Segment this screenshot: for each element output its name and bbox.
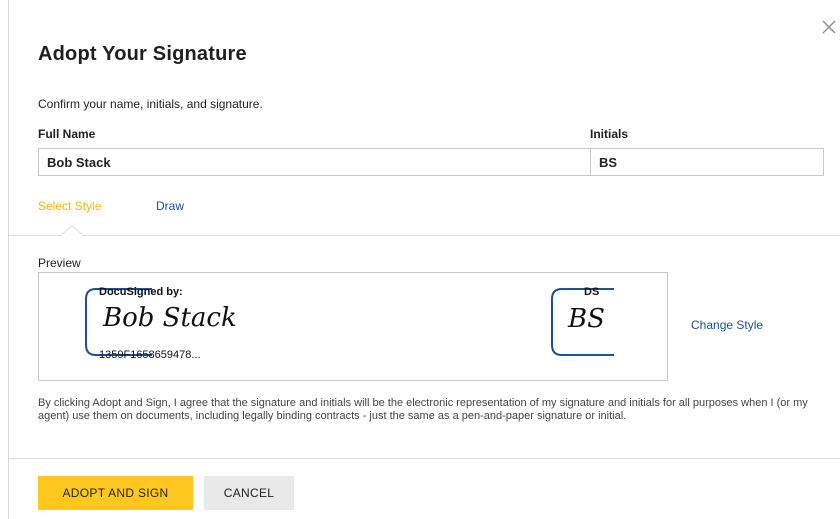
full-name-label: Full Name	[38, 127, 96, 141]
dialog-subtitle: Confirm your name, initials, and signatu…	[38, 97, 263, 111]
full-name-input[interactable]	[38, 148, 592, 176]
active-tab-caret	[60, 225, 84, 237]
change-style-link[interactable]: Change Style	[691, 318, 763, 332]
initials-label: Initials	[590, 127, 629, 141]
docusigned-by-label: DocuSigned by:	[99, 286, 183, 298]
footer-divider	[8, 458, 840, 459]
signature-id: 1359F1658659478...	[99, 349, 201, 361]
initials-input[interactable]	[590, 148, 824, 176]
close-icon[interactable]	[822, 20, 836, 34]
dialog-title: Adopt Your Signature	[38, 43, 247, 65]
preview-label: Preview	[38, 256, 81, 270]
signature-handwriting: Bob Stack	[103, 303, 237, 333]
adopt-signature-dialog	[8, 0, 840, 519]
tab-divider	[8, 235, 840, 236]
initials-ds-label: DS	[584, 286, 600, 298]
cancel-button[interactable]: CANCEL	[204, 476, 294, 510]
initials-handwriting: BS	[568, 304, 605, 334]
legal-disclosure: By clicking Adopt and Sign, I agree that…	[38, 397, 808, 422]
tab-draw[interactable]: Draw	[156, 199, 184, 213]
tab-select-style[interactable]: Select Style	[38, 199, 101, 213]
adopt-and-sign-button[interactable]: ADOPT AND SIGN	[38, 476, 193, 510]
